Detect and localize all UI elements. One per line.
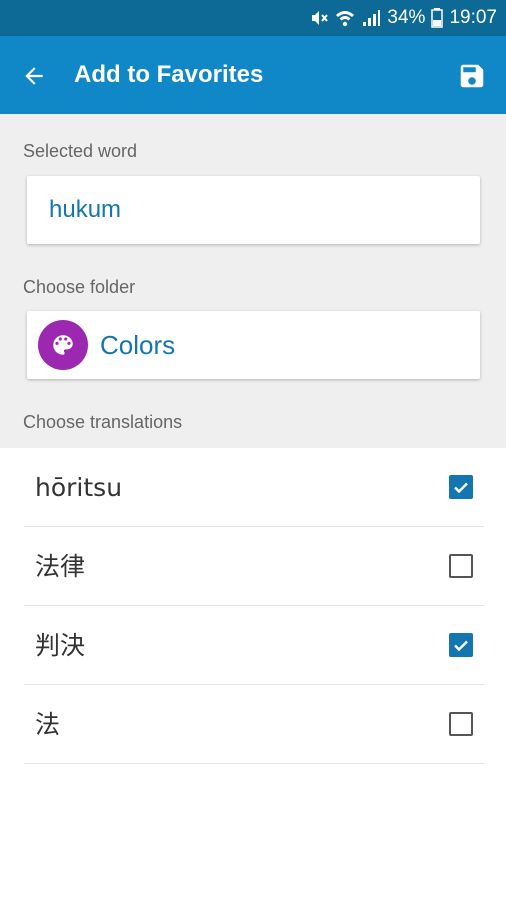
mute-icon [309,8,329,28]
selected-word-label: Selected word [23,141,138,161]
choose-folder-label: Choose folder [23,277,136,297]
translation-item[interactable]: 判決 [0,606,506,685]
clock: 19:07 [449,7,497,28]
translation-text: 法 [35,710,61,739]
choose-translations-label: Choose translations [23,412,183,432]
wifi-icon [335,8,355,28]
battery-icon [431,8,444,28]
back-button[interactable] [18,60,50,92]
translation-item[interactable]: 法 [0,685,506,764]
page-title: Add to Favorites [74,61,264,88]
signal-icon [361,8,381,28]
palette-icon [53,335,73,355]
folder-selector[interactable]: Colors [27,311,480,379]
selected-word-field[interactable]: hukum [27,176,480,244]
battery-percent: 34% [387,7,426,28]
app-bar: Add to Favorites [0,36,506,114]
save-button[interactable] [456,60,488,92]
folder-avatar [38,320,88,370]
translation-checkbox[interactable] [449,475,473,499]
translations-list: hōritsu 法律 判決 法 [0,448,506,764]
translation-text: 判決 [35,631,86,660]
translation-item[interactable]: 法律 [0,527,506,606]
translation-checkbox[interactable] [449,712,473,736]
folder-name: Colors [100,330,176,360]
translation-checkbox[interactable] [449,554,473,578]
divider [24,763,484,764]
translation-item[interactable]: hōritsu [0,448,506,527]
translation-text: hōritsu [35,473,123,502]
selected-word-value: hukum [49,196,122,223]
save-icon [460,64,484,88]
arrow-back-icon [25,67,43,85]
status-bar: 34% 19:07 [0,0,506,36]
translation-checkbox[interactable] [449,633,473,657]
translation-text: 法律 [35,552,86,581]
form-area: Selected word hukum Choose folder Colors… [0,114,506,448]
